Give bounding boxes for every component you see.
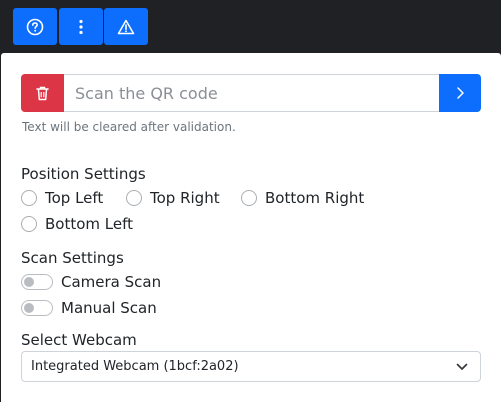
scan-input[interactable]: [64, 74, 439, 112]
webcam-select[interactable]: Integrated Webcam (1bcf:2a02): [21, 351, 481, 382]
manual-scan-toggle[interactable]: Manual Scan: [21, 299, 157, 317]
radio-button[interactable]: [126, 190, 142, 206]
radio-bottom-right[interactable]: Bottom Right: [241, 189, 364, 207]
more-vertical-icon: [79, 19, 83, 34]
clear-button[interactable]: [21, 74, 64, 112]
scanner-panel: Text will be cleared after validation. P…: [1, 53, 501, 402]
radio-label: Top Left: [45, 189, 104, 207]
select-webcam-heading: Select Webcam: [21, 331, 137, 349]
chevron-down-icon: [456, 363, 468, 370]
toggle-label: Camera Scan: [61, 273, 162, 291]
toggle-label: Manual Scan: [61, 299, 157, 317]
radio-top-right[interactable]: Top Right: [126, 189, 220, 207]
scan-hint: Text will be cleared after validation.: [22, 120, 236, 134]
radio-button[interactable]: [21, 190, 37, 206]
radio-top-left[interactable]: Top Left: [21, 189, 103, 207]
camera-scan-toggle[interactable]: Camera Scan: [21, 273, 161, 291]
radio-label: Bottom Left: [45, 215, 134, 233]
chevron-right-icon: [457, 87, 464, 99]
webcam-selected-value: Integrated Webcam (1bcf:2a02): [31, 359, 239, 374]
warning-button[interactable]: [104, 8, 148, 45]
trash-icon: [36, 86, 49, 100]
radio-label: Bottom Right: [265, 189, 365, 207]
position-settings-heading: Position Settings: [21, 165, 146, 183]
radio-label: Top Right: [150, 189, 220, 207]
top-toolbar: [0, 0, 501, 53]
more-options-button[interactable]: [59, 8, 103, 45]
help-circle-icon: [26, 18, 44, 35]
scan-settings-heading: Scan Settings: [21, 249, 124, 267]
help-button[interactable]: [13, 8, 57, 45]
toggle-switch[interactable]: [21, 300, 53, 316]
warning-triangle-icon: [117, 19, 135, 34]
radio-bottom-left[interactable]: Bottom Left: [21, 215, 133, 233]
radio-button[interactable]: [241, 190, 257, 206]
toggle-switch[interactable]: [21, 274, 53, 290]
radio-button[interactable]: [21, 216, 37, 232]
scan-input-group: [21, 74, 481, 112]
submit-button[interactable]: [439, 74, 481, 112]
